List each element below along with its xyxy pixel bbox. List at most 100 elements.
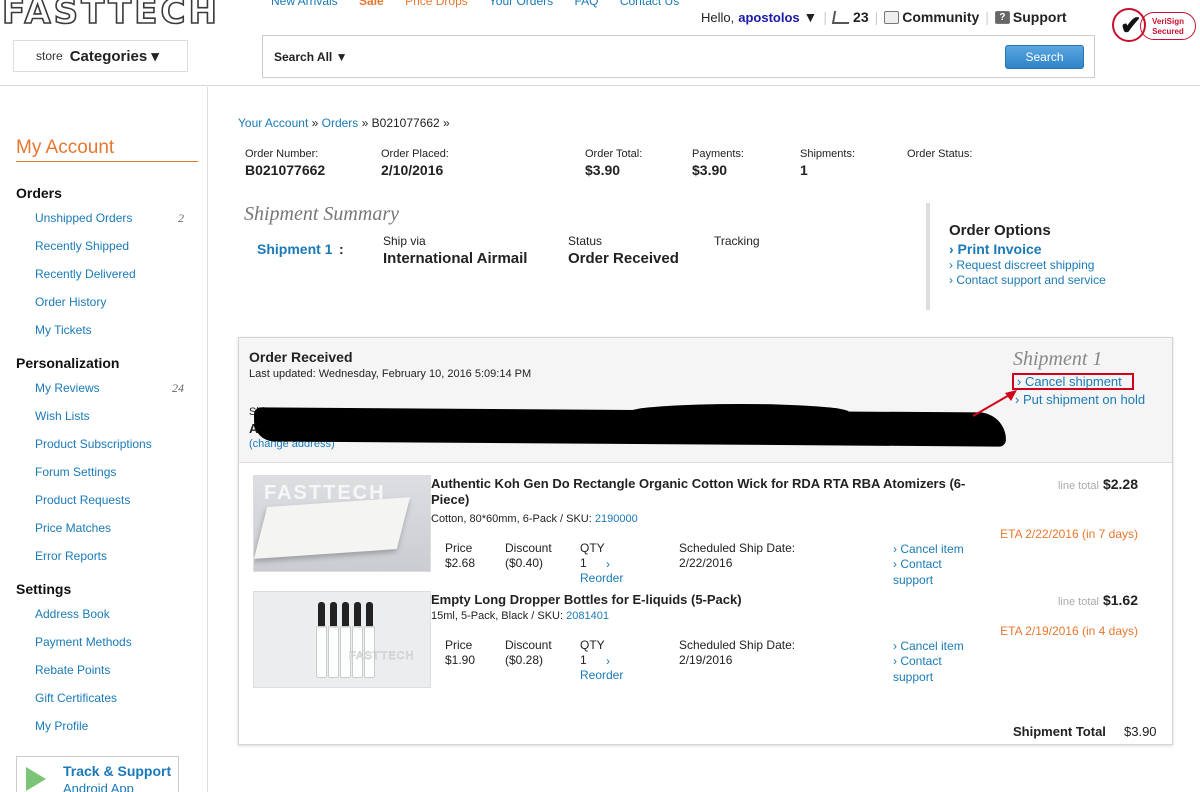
breadcrumb-sep: »	[308, 116, 322, 130]
bottle-image	[328, 602, 339, 678]
seal-line2: Secured	[1152, 27, 1184, 36]
username-menu[interactable]: apostolos	[738, 10, 799, 25]
sku-link[interactable]: 2081401	[566, 610, 609, 622]
search-scope-dropdown[interactable]: Search All ▼	[274, 50, 347, 64]
bottle-image	[316, 602, 327, 678]
contact-support-item-link-cont[interactable]: support	[893, 573, 933, 588]
support-link[interactable]: Support	[1013, 9, 1067, 25]
reorder-arrow-icon[interactable]: ›	[606, 654, 610, 669]
put-shipment-on-hold-link[interactable]: › Put shipment on hold	[1015, 392, 1145, 407]
contact-support-link[interactable]: › Contact support and service	[949, 273, 1171, 287]
shipment-total-label: Shipment Total	[1013, 724, 1106, 739]
nav-contact-us[interactable]: Contact Us	[620, 0, 679, 8]
sidebar-item-wish-lists[interactable]: Wish Lists	[35, 409, 190, 423]
order-status-label: Order Status:	[907, 148, 973, 160]
status-label: Status	[568, 234, 603, 248]
android-app-promo[interactable]: Track & Support Android App	[16, 756, 179, 792]
sidebar-item-forum-settings[interactable]: Forum Settings	[35, 465, 190, 479]
product-variant: 15ml, 5-Pack, Black / SKU: 2081401	[431, 610, 609, 622]
checkmark-icon: ✔	[1120, 10, 1142, 40]
product-name-link[interactable]: Empty Long Dropper Bottles for E-liquids…	[431, 592, 1001, 608]
store-label: store	[36, 49, 63, 63]
sidebar-item-my-reviews[interactable]: My Reviews 24	[35, 381, 190, 395]
nav-price-drops[interactable]: Price Drops	[405, 0, 468, 8]
reorder-link[interactable]: Reorder	[580, 668, 623, 683]
variant-text: 15ml, 5-Pack, Black / SKU:	[431, 610, 567, 622]
chevron-down-icon[interactable]: ▼	[800, 9, 818, 25]
nav-sale[interactable]: Sale	[359, 0, 384, 8]
personalization-heading: Personalization	[16, 355, 120, 371]
order-placed-value: 2/10/2016	[381, 162, 444, 178]
cart-icon[interactable]	[831, 10, 852, 24]
order-total: Order Total: $3.90	[585, 148, 642, 178]
cancel-shipment-link[interactable]: › Cancel shipment	[1012, 373, 1134, 390]
nav-your-orders[interactable]: Your Orders	[489, 0, 553, 8]
sidebar-item-address-book[interactable]: Address Book	[35, 607, 190, 621]
shipment-title: Shipment 1	[1013, 348, 1103, 370]
sidebar-item-product-requests[interactable]: Product Requests	[35, 493, 190, 507]
ship-via: Ship via International Airmail	[383, 234, 527, 267]
sidebar-item-payment-methods[interactable]: Payment Methods	[35, 635, 190, 649]
track-support-title: Track & Support	[63, 763, 172, 779]
breadcrumb-orders[interactable]: Orders	[322, 116, 359, 130]
sidebar-item-recently-delivered[interactable]: Recently Delivered	[35, 267, 190, 281]
community-link[interactable]: Community	[902, 9, 979, 25]
tracking: Tracking	[714, 234, 760, 250]
sidebar-item-recently-shipped[interactable]: Recently Shipped	[35, 239, 190, 253]
status-value: Order Received	[568, 250, 679, 267]
sidebar-item-unshipped-orders[interactable]: Unshipped Orders 2	[35, 211, 190, 225]
order-item: FASTTECH Empty Long Dropper Bottles for …	[253, 591, 1158, 691]
store-categories-button[interactable]: store Categories ▾	[13, 40, 188, 72]
contact-support-item-link[interactable]: › Contact	[893, 654, 942, 669]
seal-line1: VeriSign	[1151, 17, 1184, 26]
price-label: Price	[445, 638, 473, 652]
order-options-title: Order Options	[949, 222, 1051, 239]
community-icon	[884, 10, 900, 24]
order-total-label: Order Total:	[585, 148, 643, 160]
order-number-value: B021077662	[245, 162, 326, 178]
sku-link[interactable]: 2190000	[595, 513, 638, 525]
product-variant: Cotton, 80*60mm, 6-Pack / SKU: 2190000	[431, 513, 638, 525]
ship-via-label: Ship via	[383, 234, 426, 248]
sidebar-item-order-history[interactable]: Order History	[35, 295, 190, 309]
sidebar-item-rebate-points[interactable]: Rebate Points	[35, 663, 190, 677]
shipment-1-link[interactable]: Shipment 1	[257, 241, 332, 257]
line-total-value: $1.62	[1102, 592, 1138, 608]
nav-faq[interactable]: FAQ	[574, 0, 598, 8]
product-thumbnail[interactable]: FASTTECH	[253, 475, 431, 572]
eta-text: ETA 2/22/2016 (in 7 days)	[1000, 527, 1138, 541]
request-discreet-shipping-link[interactable]: › Request discreet shipping	[949, 258, 1171, 272]
sidebar-item-error-reports[interactable]: Error Reports	[35, 549, 190, 563]
contact-support-item-link-cont[interactable]: support	[893, 670, 933, 685]
sidebar-item-my-tickets[interactable]: My Tickets	[35, 323, 190, 337]
cart-count[interactable]: 23	[853, 9, 869, 25]
breadcrumb-current: B021077662 »	[371, 116, 450, 130]
product-thumbnail[interactable]: FASTTECH	[253, 591, 431, 688]
payments: Payments: $3.90	[692, 148, 744, 178]
breadcrumb-your-account[interactable]: Your Account	[238, 116, 308, 130]
cancel-item-link[interactable]: › Cancel item	[893, 542, 964, 557]
reorder-arrow-icon[interactable]: ›	[606, 557, 610, 572]
sidebar-item-my-profile[interactable]: My Profile	[35, 719, 190, 733]
sidebar-item-price-matches[interactable]: Price Matches	[35, 521, 190, 535]
sidebar-item-product-subscriptions[interactable]: Product Subscriptions	[35, 437, 190, 451]
hello-text: Hello,	[701, 9, 735, 25]
contact-support-item-link[interactable]: › Contact	[893, 557, 942, 572]
sidebar-item-gift-certificates[interactable]: Gift Certificates	[35, 691, 190, 705]
count-badge: 24	[172, 381, 184, 395]
search-input[interactable]	[363, 46, 963, 68]
top-nav: New Arrivals Sale Price Drops Your Order…	[271, 0, 697, 8]
divider: |	[874, 9, 879, 25]
print-invoice-link[interactable]: › Print Invoice	[949, 241, 1171, 257]
price-value: $2.68	[445, 556, 476, 570]
reorder-link[interactable]: Reorder	[580, 571, 623, 586]
cancel-item-link[interactable]: › Cancel item	[893, 639, 964, 654]
verisign-seal[interactable]: ✔ VeriSign Secured	[1112, 6, 1196, 46]
fasttech-logo[interactable]: FASTTECH	[1, 0, 220, 33]
ship-date-label: Scheduled Ship Date:	[679, 638, 796, 652]
product-name-link[interactable]: Authentic Koh Gen Do Rectangle Organic C…	[431, 476, 1001, 508]
shipments-count: Shipments: 1	[800, 148, 855, 178]
nav-new-arrivals[interactable]: New Arrivals	[271, 0, 338, 8]
search-button[interactable]: Search	[1005, 45, 1084, 69]
bottle-image	[352, 602, 363, 678]
